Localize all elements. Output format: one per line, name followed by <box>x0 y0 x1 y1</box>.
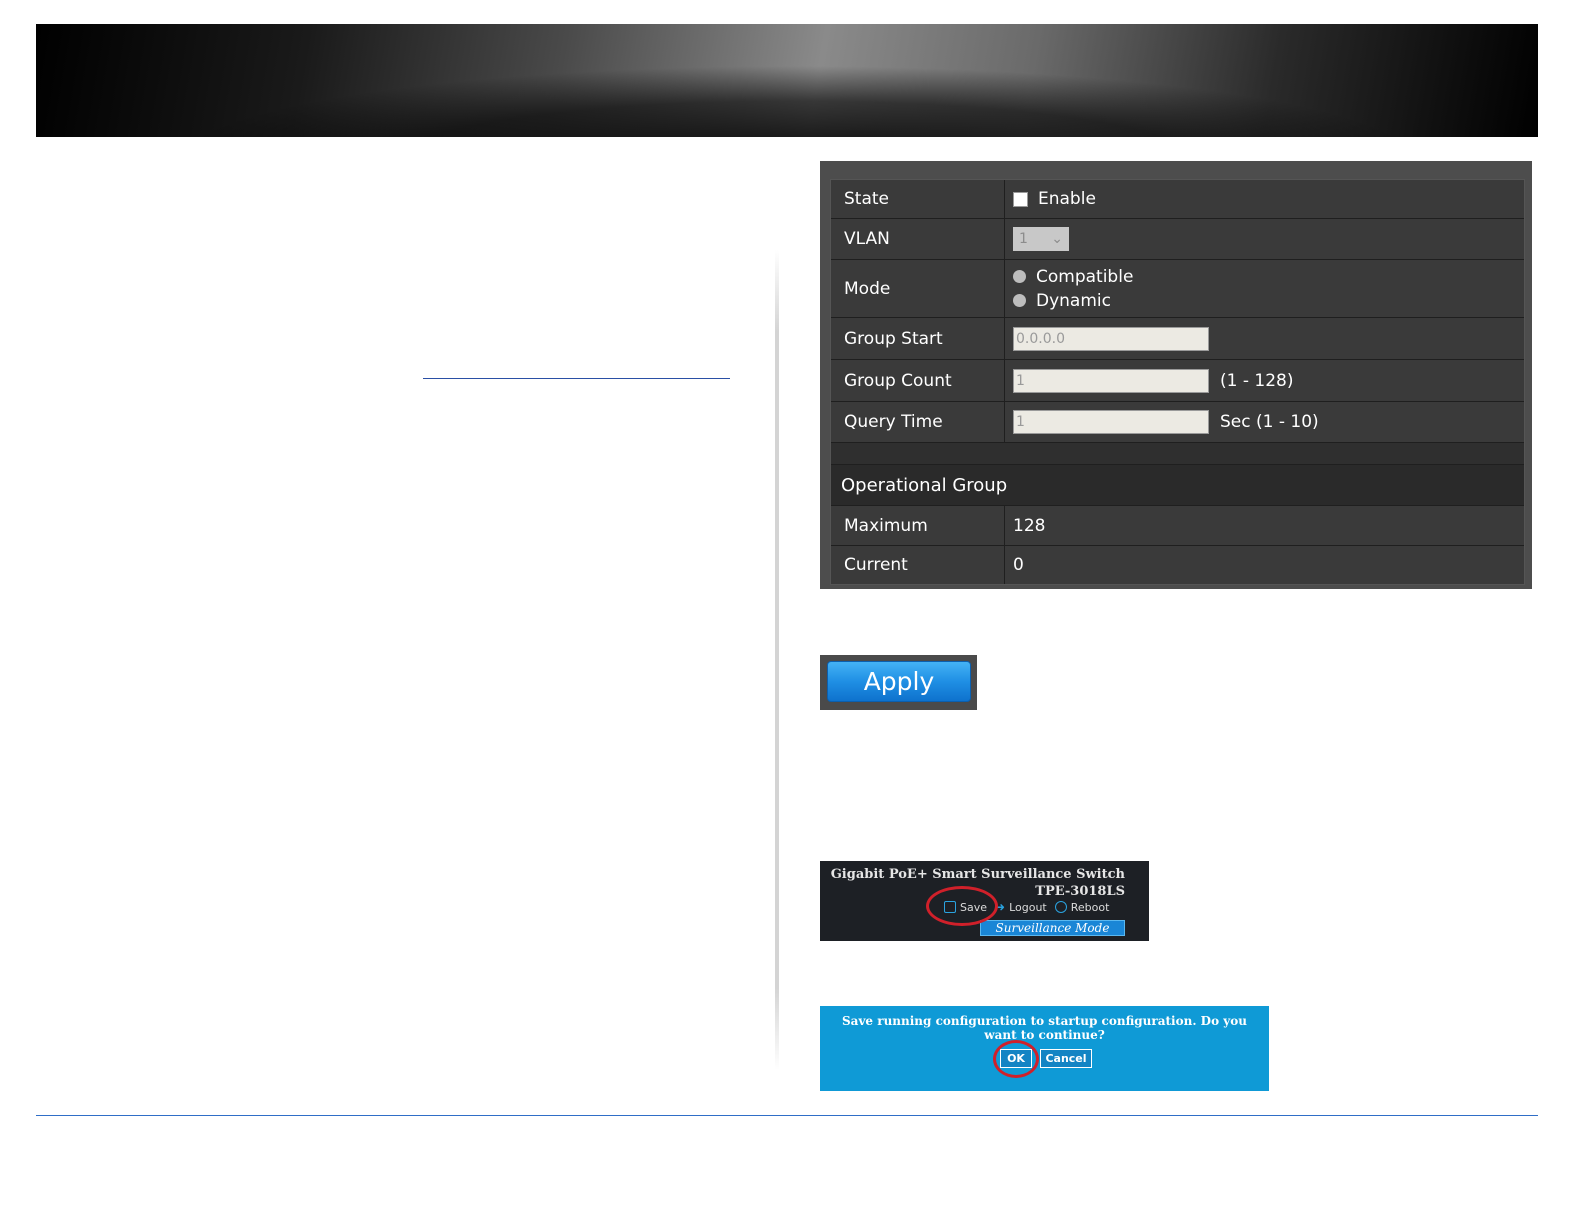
compatible-radio[interactable] <box>1013 270 1026 283</box>
query-time-input[interactable]: 1 <box>1013 410 1209 434</box>
operational-group-header: Operational Group <box>831 465 1524 506</box>
maximum-value: 128 <box>1013 515 1046 536</box>
group-count-row: Group Count 1 (1 - 128) <box>831 360 1524 402</box>
vlan-select[interactable]: 1 ⌄ <box>1013 227 1069 251</box>
maximum-row: Maximum 128 <box>831 506 1524 546</box>
group-start-label: Group Start <box>831 318 1005 359</box>
header-banner <box>36 24 1538 137</box>
group-start-input[interactable]: 0.0.0.0 <box>1013 326 1209 351</box>
enable-label: Enable <box>1038 189 1096 209</box>
apply-button[interactable]: Apply <box>827 661 971 702</box>
enable-checkbox[interactable] <box>1013 191 1028 207</box>
save-header-screenshot: Gigabit PoE+ Smart Surveillance Switch T… <box>820 861 1149 941</box>
state-label: State <box>831 180 1005 218</box>
link-underline <box>423 378 730 379</box>
ok-highlight-circle <box>993 1040 1039 1078</box>
section-spacer <box>831 443 1524 465</box>
logout-label: Logout <box>1009 900 1047 914</box>
settings-table: State Enable VLAN 1 ⌄ Mode Compatible Dy… <box>830 179 1525 585</box>
save-confirm-dialog: Save running configuration to startup co… <box>820 1006 1269 1091</box>
reboot-label: Reboot <box>1070 900 1110 914</box>
group-count-label: Group Count <box>831 360 1005 401</box>
current-value: 0 <box>1013 555 1024 575</box>
igmp-querier-panel: State Enable VLAN 1 ⌄ Mode Compatible Dy… <box>820 161 1532 589</box>
compatible-label: Compatible <box>1036 266 1134 287</box>
current-row: Current 0 <box>831 546 1524 584</box>
reboot-icon <box>1054 901 1067 913</box>
state-row: State Enable <box>831 180 1524 219</box>
confirm-message: Save running configuration to startup co… <box>842 1014 1247 1042</box>
dynamic-radio[interactable] <box>1013 294 1026 307</box>
maximum-label: Maximum <box>831 506 1005 545</box>
dynamic-label: Dynamic <box>1036 290 1111 311</box>
group-count-range: (1 - 128) <box>1220 370 1294 391</box>
column-divider <box>775 250 779 1070</box>
group-count-input[interactable]: 1 <box>1013 368 1209 393</box>
apply-button-frame: Apply <box>820 655 977 710</box>
vlan-select-value: 1 <box>1019 231 1028 247</box>
group-start-row: Group Start 0.0.0.0 <box>831 318 1524 360</box>
operational-group-title: Operational Group <box>841 474 1008 496</box>
query-time-label: Query Time <box>831 402 1005 442</box>
reboot-button[interactable]: Reboot <box>1054 900 1110 914</box>
current-label: Current <box>831 546 1005 584</box>
save-highlight-circle <box>926 886 998 926</box>
vlan-row: VLAN 1 ⌄ <box>831 219 1524 260</box>
cancel-button[interactable]: Cancel <box>1040 1049 1092 1068</box>
mode-label: Mode <box>831 260 1005 317</box>
chevron-down-icon: ⌄ <box>1051 231 1063 247</box>
vlan-label: VLAN <box>831 219 1005 259</box>
logout-button[interactable]: ➜ Logout <box>995 900 1047 914</box>
device-name: Gigabit PoE+ Smart Surveillance Switch <box>830 867 1125 882</box>
query-time-row: Query Time 1 Sec (1 - 10) <box>831 402 1524 443</box>
surveillance-mode-button[interactable]: Surveillance Mode <box>980 920 1125 936</box>
mode-row: Mode Compatible Dynamic <box>831 260 1524 318</box>
query-time-range: Sec (1 - 10) <box>1220 412 1319 432</box>
footer-rule <box>36 1115 1538 1116</box>
